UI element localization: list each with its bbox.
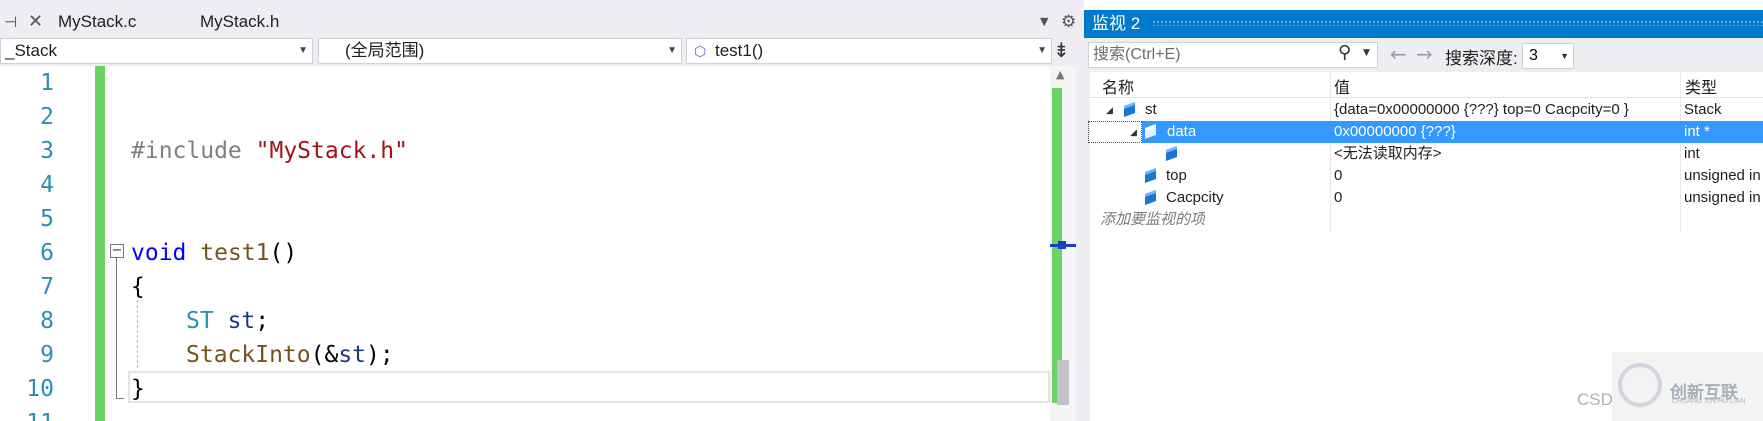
method-cube-icon: ⬡ (694, 43, 707, 59)
preprocessor-directive: #include (131, 138, 242, 164)
function-call: StackInto (186, 342, 311, 368)
watch-header-row (1090, 72, 1763, 98)
watch-row-st[interactable]: ◢ st {data=0x00000000 {???} top=0 Cacpci… (1090, 99, 1763, 121)
search-placeholder: 搜索(Ctrl+E) (1093, 46, 1181, 63)
watch-value: 0 (1334, 189, 1343, 206)
scope-combo-value: (全局范围) (345, 41, 425, 60)
variable-cube-icon (1145, 167, 1156, 184)
function-name: test1 (200, 240, 270, 266)
line-number: 10 (26, 376, 54, 402)
watch-title: 监视 2 (1092, 14, 1141, 33)
line-number: 6 (40, 240, 54, 266)
watch-name: data (1167, 123, 1197, 140)
caret-position-marker-square (1058, 241, 1066, 249)
variable-cube-icon (1145, 189, 1156, 206)
punctuation: ); (366, 342, 394, 368)
line-number: 9 (40, 342, 54, 368)
outline-fold-line (116, 258, 117, 398)
indent-guide (137, 300, 138, 368)
search-depth-label: 搜索深度: (1445, 49, 1518, 68)
scope-combo[interactable]: (全局范围) ▼ (318, 38, 682, 64)
line-number: 4 (40, 172, 54, 198)
code-line-8: ST st; (186, 304, 269, 338)
current-line-highlight (128, 371, 1050, 403)
line-number: 7 (40, 274, 54, 300)
type-name: ST (186, 308, 214, 334)
watch-value: 0x00000000 {???} (1334, 123, 1456, 140)
brace: } (131, 376, 145, 402)
variable-cube-icon (1166, 145, 1177, 162)
forward-arrow-icon[interactable]: → (1416, 42, 1433, 66)
row-focus-rect (1088, 121, 1142, 143)
watch-row-top[interactable]: top 0 unsigned in (1090, 165, 1763, 187)
search-icon[interactable]: ⚲ (1338, 42, 1351, 63)
punctuation: () (269, 240, 298, 266)
code-line-6: void test1() (131, 236, 297, 270)
code-line-7: { (131, 270, 145, 304)
code-line-3: #include "MyStack.h" (131, 134, 408, 168)
variable-cube-icon (1124, 101, 1135, 118)
search-depth-value: 3 (1529, 47, 1538, 64)
line-number: 3 (40, 138, 54, 164)
add-watch-item-text: 添加要监视的项 (1100, 211, 1206, 228)
column-header-value[interactable]: 值 (1334, 74, 1350, 98)
keyword: void (131, 240, 187, 266)
split-icon[interactable]: ⇟ (1053, 38, 1070, 62)
watch-name: Cacpcity (1166, 189, 1224, 206)
column-header-type[interactable]: 类型 (1685, 74, 1717, 98)
watermark-circle-icon (1618, 363, 1662, 407)
watch-value: <无法读取内存> (1334, 145, 1442, 162)
punctuation: ; (255, 308, 270, 334)
outline-fold-end (116, 398, 124, 399)
brace: { (131, 274, 145, 300)
add-watch-item-row[interactable]: 添加要监视的项 (1090, 209, 1763, 231)
watch-row-pointee[interactable]: <无法读取内存> int (1090, 143, 1763, 165)
watch-row-cacpcity[interactable]: Cacpcity 0 unsigned in (1090, 187, 1763, 209)
watch-name: top (1166, 167, 1187, 184)
expand-triangle-icon[interactable]: ◢ (1106, 99, 1113, 121)
member-combo[interactable]: ⬡ test1() ▼ (686, 38, 1052, 64)
chevron-down-icon: ▼ (667, 45, 677, 56)
line-number: 8 (40, 308, 54, 334)
variable-cube-icon (1145, 123, 1156, 140)
watermark-csd-text: CSD (1577, 390, 1613, 409)
column-header-name[interactable]: 名称 (1102, 74, 1134, 98)
include-path: "MyStack.h" (255, 138, 408, 164)
line-number: 11 (0, 406, 54, 421)
watch-value: 0 (1334, 167, 1343, 184)
line-number: 5 (40, 206, 54, 232)
code-line-10: } (131, 372, 145, 406)
code-line-9: StackInto(&st); (186, 338, 394, 372)
watch-type: int * (1684, 123, 1710, 140)
panel-splitter[interactable] (1076, 0, 1084, 421)
watch-search-input[interactable]: 搜索(Ctrl+E) (1088, 42, 1378, 68)
project-combo[interactable]: _Stack ▼ (0, 38, 313, 64)
line-number: 1 (40, 70, 54, 96)
watch-type: int (1684, 145, 1700, 162)
search-depth-select[interactable]: 3 ▼ (1522, 43, 1574, 69)
scroll-up-icon[interactable]: ▲ (1056, 68, 1064, 81)
punctuation: (& (310, 342, 339, 368)
chevron-down-icon: ▼ (298, 45, 308, 56)
title-grip-dots (1152, 20, 1763, 26)
variable: st (227, 308, 256, 334)
chevron-down-icon: ▼ (1560, 51, 1569, 61)
watch-type: unsigned in (1684, 167, 1761, 184)
watch-type: unsigned in (1684, 189, 1761, 206)
chevron-down-icon: ▼ (1037, 45, 1047, 56)
member-combo-value: test1() (715, 41, 764, 60)
project-combo-value: _Stack (5, 41, 57, 60)
variable: st (338, 342, 367, 368)
line-number: 2 (40, 104, 54, 130)
back-arrow-icon[interactable]: ← (1390, 42, 1407, 66)
scrollbar-thumb[interactable] (1057, 360, 1069, 405)
watch-name: st (1145, 101, 1157, 118)
change-tracking-bar (95, 66, 105, 421)
watch-value: {data=0x00000000 {???} top=0 Cacpcity=0 … (1334, 101, 1629, 118)
watch-row-data[interactable]: ◢ data 0x00000000 {???} int * (1130, 121, 1763, 143)
chevron-down-icon[interactable]: ▼ (1363, 48, 1370, 58)
watch-type: Stack (1684, 101, 1722, 118)
watermark-brand-sub: CHUANG XIN HU LIAN (1672, 398, 1746, 405)
collapse-icon[interactable]: − (110, 244, 124, 258)
